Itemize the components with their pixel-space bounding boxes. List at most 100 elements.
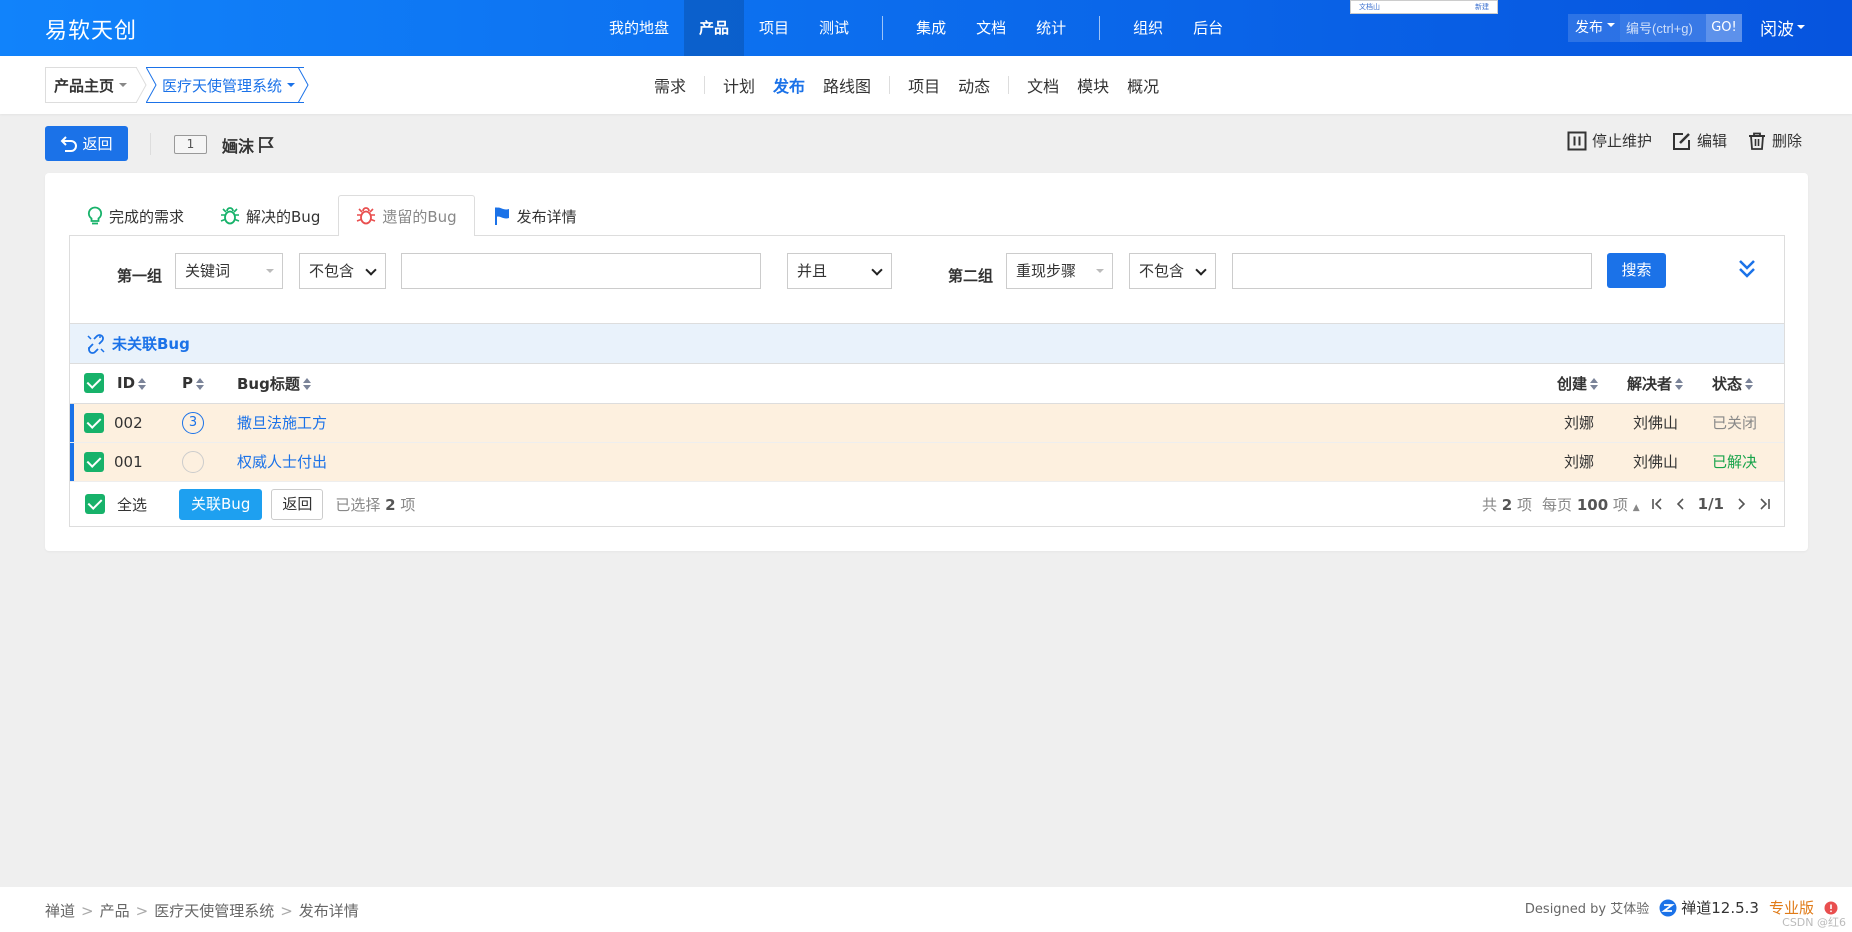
column-status-label: 状态 bbox=[1712, 374, 1743, 393]
double-chevron-down-icon[interactable] bbox=[1737, 258, 1757, 280]
quick-search: 发布 GO! bbox=[1568, 14, 1742, 42]
prev-page-icon[interactable] bbox=[1674, 497, 1688, 511]
column-creator[interactable]: 创建 bbox=[1557, 364, 1627, 404]
group2-label: 第二组 bbox=[948, 267, 994, 285]
select-all-label[interactable]: 全选 bbox=[117, 494, 147, 515]
tab-finished-stories[interactable]: 完成的需求 bbox=[69, 195, 202, 236]
bug-status: 已解决 bbox=[1712, 442, 1784, 482]
bug-id: 002 bbox=[114, 403, 182, 443]
nav-divider bbox=[1099, 16, 1101, 40]
subnav-release[interactable]: 发布 bbox=[764, 73, 814, 97]
nav-doc[interactable]: 文档 bbox=[961, 0, 1021, 56]
column-title-label: Bug标题 bbox=[237, 374, 300, 393]
next-page-icon[interactable] bbox=[1734, 497, 1748, 511]
group1-field-select[interactable]: 关键词 bbox=[175, 253, 283, 289]
priority-badge: 3 bbox=[182, 411, 204, 434]
column-title[interactable]: Bug标题 bbox=[237, 364, 1557, 404]
stop-maintenance-label: 停止维护 bbox=[1591, 132, 1652, 150]
bug-creator: 刘娜 bbox=[1557, 442, 1627, 482]
subnav-divider bbox=[889, 76, 891, 94]
select-all-checkbox[interactable] bbox=[84, 373, 104, 394]
nav-product[interactable]: 产品 bbox=[684, 0, 745, 56]
column-creator-label: 创建 bbox=[1557, 374, 1588, 393]
tab-resolved-bugs[interactable]: 解决的Bug bbox=[202, 195, 338, 236]
footer-crumb-link[interactable]: 产品 bbox=[100, 902, 130, 920]
table-row[interactable]: 002 3 撒旦法施工方 刘娜 刘佛山 已关闭 bbox=[70, 403, 1784, 443]
group2-value-input[interactable] bbox=[1232, 253, 1592, 289]
subnav-story[interactable]: 需求 bbox=[645, 73, 695, 97]
stop-maintenance-button[interactable]: 停止维护 bbox=[1567, 130, 1652, 151]
back-button[interactable]: 返回 bbox=[45, 126, 128, 161]
user-menu[interactable]: 闵波 bbox=[1760, 15, 1805, 40]
search-button[interactable]: 搜索 bbox=[1607, 253, 1666, 288]
priority-cell bbox=[182, 442, 237, 482]
breadcrumb-product-home[interactable]: 产品主页 bbox=[45, 67, 137, 103]
zentao-logo-icon bbox=[1659, 899, 1677, 916]
selected-prefix: 已选择 bbox=[335, 495, 381, 514]
go-button[interactable]: GO! bbox=[1706, 14, 1742, 42]
subnav-roadmap[interactable]: 路线图 bbox=[814, 73, 880, 97]
delete-button[interactable]: 删除 bbox=[1747, 130, 1802, 151]
nav-test[interactable]: 测试 bbox=[804, 0, 864, 56]
unlink-icon bbox=[87, 333, 105, 354]
group1-operator-select[interactable]: 不包含 bbox=[299, 253, 386, 289]
footer-select-all-checkbox[interactable] bbox=[85, 494, 105, 514]
subnav-module[interactable]: 模块 bbox=[1068, 73, 1118, 97]
nav-company[interactable]: 组织 bbox=[1118, 0, 1178, 56]
tab-release-details[interactable]: 发布详情 bbox=[475, 195, 595, 236]
version-link[interactable]: 禅道12.5.3 bbox=[1659, 897, 1759, 918]
brand-logo[interactable]: 易软天创 bbox=[45, 13, 137, 45]
column-status[interactable]: 状态 bbox=[1712, 364, 1784, 404]
nav-ci[interactable]: 集成 bbox=[901, 0, 961, 56]
tab-left-bugs[interactable]: 遗留的Bug bbox=[338, 195, 475, 236]
pause-icon bbox=[1567, 131, 1587, 150]
bug-title-link[interactable]: 权威人士付出 bbox=[237, 453, 327, 471]
nav-admin[interactable]: 后台 bbox=[1178, 0, 1238, 56]
per-page-value: 100 bbox=[1576, 495, 1609, 514]
designed-by-link[interactable]: Designed by 艾体验 bbox=[1525, 898, 1649, 917]
footer-back-button[interactable]: 返回 bbox=[271, 488, 324, 520]
subnav-plan[interactable]: 计划 bbox=[714, 73, 764, 97]
breadcrumb-product-switcher[interactable]: 医疗天使管理系统 bbox=[146, 67, 304, 103]
undo-icon bbox=[61, 135, 78, 152]
subnav-project[interactable]: 项目 bbox=[899, 73, 949, 97]
edit-button[interactable]: 编辑 bbox=[1672, 130, 1727, 151]
subnav-divider bbox=[704, 76, 706, 94]
column-id[interactable]: ID bbox=[114, 364, 182, 404]
table-row[interactable]: 001 权威人士付出 刘娜 刘佛山 已解决 bbox=[70, 442, 1784, 482]
row-checkbox[interactable] bbox=[84, 412, 104, 433]
row-checkbox[interactable] bbox=[84, 451, 104, 472]
nav-report[interactable]: 统计 bbox=[1021, 0, 1081, 56]
group2-operator-select[interactable]: 不包含 bbox=[1129, 253, 1216, 289]
nav-my[interactable]: 我的地盘 bbox=[594, 0, 684, 56]
bug-table: ID P Bug标题 创建 解决者 状态 002 3 撒旦法施工方 刘娜 刘佛山… bbox=[70, 364, 1784, 482]
selected-count-info: 已选择 2 项 bbox=[335, 494, 415, 515]
subnav-dynamic[interactable]: 动态 bbox=[949, 73, 999, 97]
caret-up-icon: ▲ bbox=[1632, 502, 1640, 513]
andor-select[interactable]: 并且 bbox=[787, 253, 892, 289]
group2-field-select[interactable]: 重现步骤 bbox=[1006, 253, 1113, 289]
crumb-separator: > bbox=[135, 902, 149, 920]
object-type-dropdown[interactable]: 发布 bbox=[1568, 14, 1620, 42]
header-checkbox-cell bbox=[70, 364, 114, 404]
bug-title-link[interactable]: 撒旦法施工方 bbox=[237, 414, 327, 432]
column-resolver[interactable]: 解决者 bbox=[1627, 364, 1712, 404]
last-page-icon[interactable] bbox=[1758, 497, 1772, 511]
sort-icon bbox=[196, 377, 204, 390]
back-button-label: 返回 bbox=[82, 135, 113, 153]
per-page-dropdown[interactable]: 每页 100 项 ▲ bbox=[1542, 494, 1640, 515]
column-priority[interactable]: P bbox=[182, 364, 237, 404]
footer-crumb-link[interactable]: 医疗天使管理系统 bbox=[154, 902, 274, 920]
page-indicator: 1/1 bbox=[1697, 495, 1724, 513]
column-resolver-label: 解决者 bbox=[1627, 374, 1673, 393]
crumb-separator: > bbox=[280, 902, 293, 920]
footer-crumb-link[interactable]: 禅道 bbox=[45, 902, 75, 920]
quick-search-input[interactable] bbox=[1620, 14, 1706, 42]
subnav-doc[interactable]: 文档 bbox=[1018, 73, 1068, 97]
link-bug-button[interactable]: 关联Bug bbox=[179, 488, 263, 520]
bug-title-cell: 撒旦法施工方 bbox=[237, 403, 1557, 443]
group1-value-input[interactable] bbox=[401, 253, 761, 289]
nav-project[interactable]: 项目 bbox=[744, 0, 804, 56]
first-page-icon[interactable] bbox=[1650, 497, 1664, 511]
subnav-view[interactable]: 概况 bbox=[1118, 73, 1168, 97]
